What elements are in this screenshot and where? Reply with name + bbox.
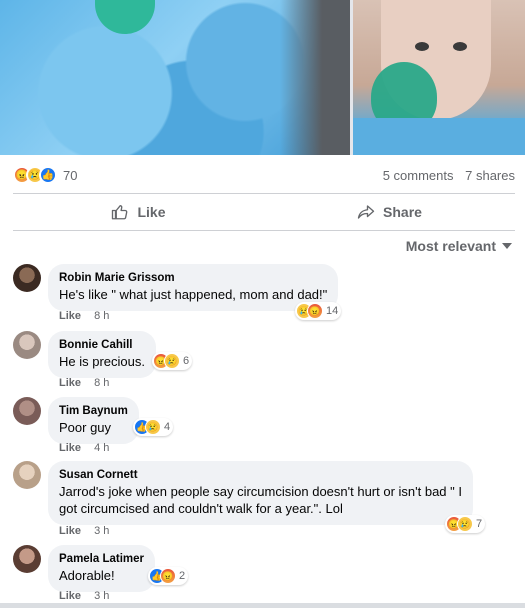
comment-like-button[interactable]: Like bbox=[59, 525, 81, 537]
comment-text: He's like " what just happened, mom and … bbox=[59, 287, 328, 302]
divider bbox=[13, 230, 515, 231]
comment-text: Poor guy bbox=[59, 420, 112, 435]
comment-meta: Like 3 h bbox=[59, 525, 109, 537]
comment-like-button[interactable]: Like bbox=[59, 310, 81, 322]
post-actions: Like Share bbox=[13, 196, 515, 228]
thumbs-up-icon bbox=[112, 205, 128, 220]
share-button[interactable]: Share bbox=[264, 196, 515, 228]
comment-author[interactable]: Susan Cornett bbox=[59, 468, 462, 483]
angry-reaction-icon: 😠 bbox=[307, 303, 323, 319]
comment-reactions[interactable]: 😠 😢 6 bbox=[152, 352, 193, 370]
comment-sort-dropdown[interactable]: Most relevant bbox=[406, 238, 512, 254]
comment-like-button[interactable]: Like bbox=[59, 442, 81, 454]
comment-bubble: Susan Cornett Jarrod's joke when people … bbox=[48, 461, 473, 525]
comment-author[interactable]: Robin Marie Grissom bbox=[59, 271, 327, 286]
comment-reaction-count: 4 bbox=[164, 421, 171, 433]
post-photos bbox=[0, 0, 525, 155]
reaction-count[interactable]: 70 bbox=[63, 168, 77, 183]
divider bbox=[13, 193, 515, 194]
post-reactions[interactable]: 😠 😢 👍 70 bbox=[13, 166, 77, 184]
avatar[interactable] bbox=[13, 461, 41, 489]
like-button[interactable]: Like bbox=[13, 196, 264, 228]
avatar[interactable] bbox=[13, 397, 41, 425]
scroll-edge bbox=[0, 603, 525, 608]
post-photo-baby[interactable] bbox=[353, 0, 525, 155]
caret-down-icon bbox=[502, 243, 512, 249]
post-photo-blanket[interactable] bbox=[0, 0, 350, 155]
comment-bubble: Bonnie Cahill He is precious. bbox=[48, 331, 156, 378]
comment-reactions[interactable]: 😢 😠 14 bbox=[295, 302, 342, 320]
comment-meta: Like 8 h bbox=[59, 377, 109, 389]
sad-reaction-icon: 😢 bbox=[145, 419, 161, 435]
comment-reactions[interactable]: 👍 😠 2 bbox=[148, 567, 189, 585]
comment-timestamp[interactable]: 3 h bbox=[94, 590, 109, 602]
comment-meta: Like 3 h bbox=[59, 590, 109, 602]
comment-bubble: Robin Marie Grissom He's like " what jus… bbox=[48, 264, 339, 311]
comment-author[interactable]: Bonnie Cahill bbox=[59, 338, 145, 353]
comment-reaction-count: 14 bbox=[326, 305, 339, 317]
comment-timestamp[interactable]: 3 h bbox=[94, 525, 109, 537]
avatar[interactable] bbox=[13, 264, 41, 292]
comment-text-line: Jarrod's joke when people say circumcisi… bbox=[59, 484, 462, 499]
comment-text: Adorable! bbox=[59, 568, 115, 583]
comment-text-line: got circumcised and couldn't walk for a … bbox=[59, 501, 343, 516]
comment-author[interactable]: Pamela Latimer bbox=[59, 552, 144, 567]
comment-reaction-count: 6 bbox=[183, 355, 190, 367]
comment-reactions[interactable]: 👍 😢 4 bbox=[133, 418, 174, 436]
comment-timestamp[interactable]: 8 h bbox=[94, 310, 109, 322]
comment-like-button[interactable]: Like bbox=[59, 590, 81, 602]
comment-reaction-count: 2 bbox=[179, 570, 186, 582]
comments-count[interactable]: 5 comments bbox=[383, 168, 454, 183]
comment-reaction-count: 7 bbox=[476, 518, 483, 530]
comment-timestamp[interactable]: 8 h bbox=[94, 377, 109, 389]
sort-label: Most relevant bbox=[405, 238, 496, 254]
comment-text: He is precious. bbox=[59, 354, 145, 369]
comment-reactions[interactable]: 😠 😢 7 bbox=[445, 515, 486, 533]
comment-meta: Like 8 h bbox=[59, 310, 109, 322]
like-button-label: Like bbox=[137, 204, 166, 220]
share-arrow-icon bbox=[357, 205, 375, 219]
comment-bubble: Tim Baynum Poor guy bbox=[48, 397, 139, 444]
comment-bubble: Pamela Latimer Adorable! bbox=[48, 545, 156, 592]
avatar[interactable] bbox=[13, 331, 41, 359]
like-reaction-icon: 👍 bbox=[39, 166, 57, 184]
post-stats: 😠 😢 👍 70 5 comments 7 shares bbox=[13, 160, 515, 190]
avatar[interactable] bbox=[13, 545, 41, 573]
comment-author[interactable]: Tim Baynum bbox=[59, 404, 128, 419]
shares-count[interactable]: 7 shares bbox=[465, 168, 515, 183]
comment-timestamp[interactable]: 4 h bbox=[94, 442, 109, 454]
angry-reaction-icon: 😠 bbox=[160, 568, 176, 584]
share-button-label: Share bbox=[383, 204, 422, 220]
comment-like-button[interactable]: Like bbox=[59, 377, 81, 389]
comment-meta: Like 4 h bbox=[59, 442, 109, 454]
sad-reaction-icon: 😢 bbox=[457, 516, 473, 532]
sad-reaction-icon: 😢 bbox=[164, 353, 180, 369]
